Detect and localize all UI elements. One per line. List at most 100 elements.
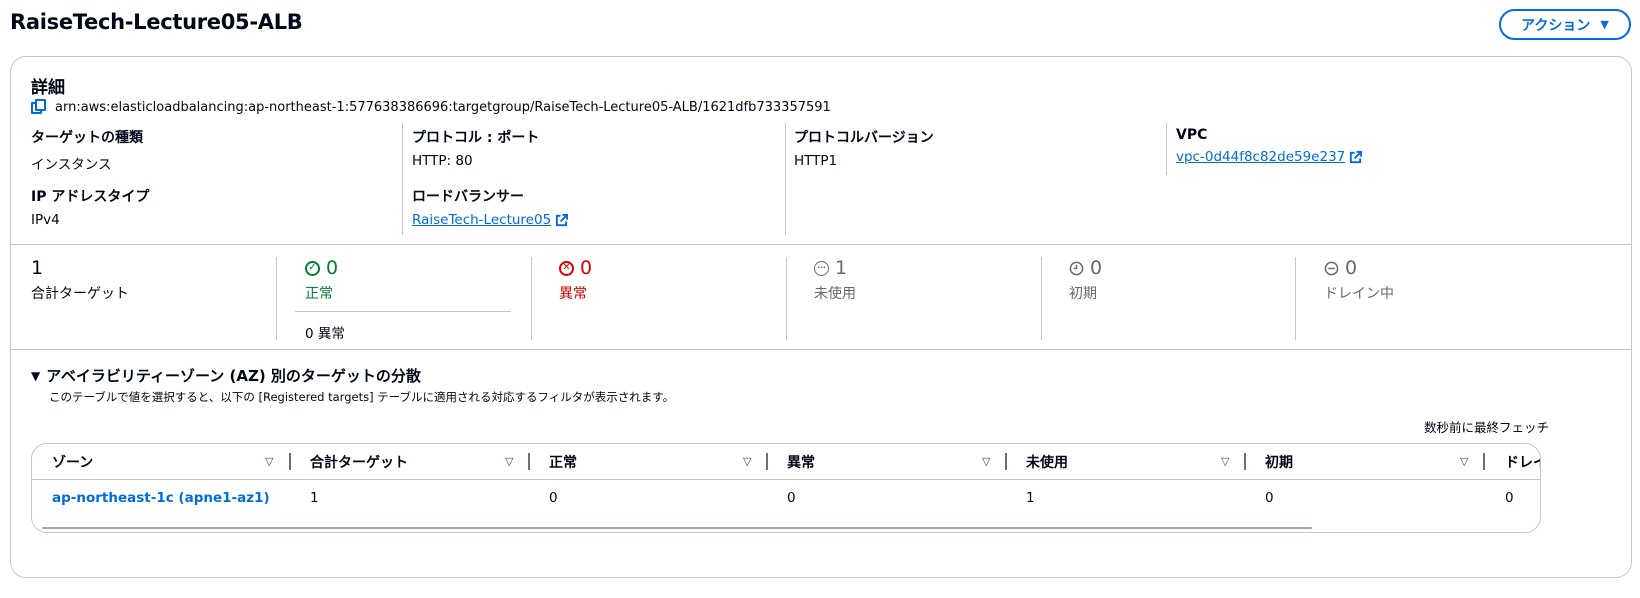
arn-row: arn:aws:elasticloadbalancing:ap-northeas…: [31, 99, 831, 115]
column-header-unused[interactable]: 未使用: [1026, 444, 1068, 480]
table-cell-healthy[interactable]: 0: [549, 490, 558, 506]
sort-icon[interactable]: ▽: [505, 455, 513, 468]
actions-button[interactable]: アクション ▼: [1499, 9, 1631, 40]
stat-initial-label: 初期: [1069, 286, 1097, 302]
stat-healthy-sub: 0 異常: [305, 326, 345, 342]
stat-divider: [786, 257, 787, 340]
sort-icon[interactable]: ▽: [1221, 455, 1229, 468]
caret-down-icon: ▼: [31, 368, 41, 383]
stat-draining-label: ドレイン中: [1324, 286, 1394, 302]
section-divider: [11, 349, 1631, 350]
horizontal-scrollbar[interactable]: [42, 527, 1312, 529]
load-balancer-link[interactable]: RaiseTech-Lecture05: [412, 212, 569, 228]
az-section-toggle[interactable]: ▼ アベイラビリティーゾーン (AZ) 別のターゲットの分散: [31, 365, 421, 386]
stat-divider: [1295, 257, 1296, 340]
load-balancer-label: ロードバランサー: [412, 189, 524, 205]
az-section-title: アベイラビリティーゾーン (AZ) 別のターゲットの分散: [46, 367, 421, 385]
ip-type-field: IP アドレスタイプ IPv4: [31, 186, 149, 228]
last-fetched-text: 数秒前に最終フェッチ: [1423, 420, 1549, 435]
column-header-initial[interactable]: 初期: [1265, 444, 1293, 480]
vpc-field: VPC vpc-0d44f8c82de59e237: [1176, 127, 1363, 165]
stat-draining-value: 0: [1345, 257, 1358, 279]
vpc-value: vpc-0d44f8c82de59e237: [1176, 149, 1346, 165]
copy-icon[interactable]: [31, 99, 47, 115]
sort-icon[interactable]: ▽: [982, 455, 990, 468]
column-resizer[interactable]: [1483, 453, 1485, 470]
load-balancer-field: ロードバランサー RaiseTech-Lecture05: [412, 186, 569, 228]
vpc-label: VPC: [1176, 127, 1208, 143]
ip-type-value: IPv4: [31, 212, 60, 228]
column-header-healthy[interactable]: 正常: [549, 444, 577, 480]
stat-sub-divider: [295, 311, 511, 312]
protocol-version-value: HTTP1: [794, 153, 838, 169]
stat-unhealthy-value: 0: [580, 257, 593, 279]
arn-value: arn:aws:elasticloadbalancing:ap-northeas…: [55, 99, 831, 115]
section-divider: [11, 244, 1631, 245]
stat-unused: ⋯ 1 未使用: [814, 257, 856, 303]
stat-healthy-label: 正常: [305, 286, 333, 302]
table-cell-unused[interactable]: 1: [1026, 490, 1035, 506]
stat-initial-value: 0: [1090, 257, 1103, 279]
column-resizer[interactable]: [1244, 453, 1246, 470]
stat-unhealthy: ✕ 0 異常: [559, 257, 592, 303]
table-cell-total[interactable]: 1: [310, 490, 319, 506]
load-balancer-value: RaiseTech-Lecture05: [412, 212, 552, 228]
actions-button-label: アクション: [1521, 17, 1591, 34]
column-divider: [1166, 123, 1167, 175]
az-section-description: このテーブルで値を選択すると、以下の [Registered targets] …: [49, 390, 675, 404]
stat-unhealthy-label: 異常: [559, 286, 587, 302]
ip-type-label: IP アドレスタイプ: [31, 189, 150, 205]
stat-initial: 0 初期: [1069, 257, 1102, 303]
protocol-port-field: プロトコル : ポート HTTP: 80: [412, 127, 539, 169]
target-type-label: ターゲットの種類: [31, 130, 143, 146]
table-cell-draining[interactable]: 0: [1505, 490, 1514, 506]
caret-down-icon: ▼: [1600, 18, 1609, 31]
status-positive-icon: ✓: [305, 260, 320, 276]
stat-total-label: 合計ターゲット: [31, 286, 129, 302]
status-draining-icon: [1324, 261, 1339, 275]
status-pending-icon: [1069, 261, 1084, 275]
stat-healthy: ✓ 0 正常: [305, 257, 338, 303]
column-divider: [785, 123, 786, 235]
table-cell-initial[interactable]: 0: [1265, 490, 1274, 506]
external-link-icon: [1350, 150, 1363, 163]
stat-total: 1 合計ターゲット: [31, 257, 129, 303]
protocol-version-label: プロトコルバージョン: [794, 130, 934, 146]
stat-total-value: 1: [31, 257, 44, 279]
target-type-value: インスタンス: [31, 157, 112, 173]
column-divider: [402, 123, 403, 235]
stat-draining: 0 ドレイン中: [1324, 257, 1394, 303]
stat-unused-value: 1: [835, 257, 848, 279]
vpc-link[interactable]: vpc-0d44f8c82de59e237: [1176, 149, 1363, 165]
target-summary: 1 合計ターゲット ✓ 0 正常 0 異常 ✕ 0 異常 ⋯ 1 未使用 0 初…: [11, 257, 1631, 347]
sort-icon[interactable]: ▽: [265, 455, 273, 468]
stat-unused-label: 未使用: [814, 286, 856, 302]
page-header: RaiseTech-Lecture05-ALB アクション ▼: [10, 0, 1631, 46]
column-header-draining[interactable]: ドレイ: [1505, 444, 1540, 480]
column-header-total[interactable]: 合計ターゲット: [310, 444, 408, 480]
stat-divider: [1041, 257, 1042, 340]
column-header-zone[interactable]: ゾーン: [52, 444, 93, 480]
external-link-icon: [556, 213, 569, 226]
table-cell-unhealthy[interactable]: 0: [787, 490, 796, 506]
stat-healthy-value: 0: [326, 257, 339, 279]
table-cell-zone[interactable]: ap-northeast-1c (apne1-az1): [52, 490, 270, 506]
column-resizer[interactable]: [289, 453, 291, 470]
column-resizer[interactable]: [766, 453, 768, 470]
protocol-version-field: プロトコルバージョン HTTP1: [794, 127, 934, 169]
column-resizer[interactable]: [1005, 453, 1007, 470]
details-title: 詳細: [31, 78, 65, 98]
status-stopped-icon: ⋯: [814, 260, 829, 276]
sort-icon[interactable]: ▽: [743, 455, 751, 468]
sort-icon[interactable]: ▽: [1460, 455, 1468, 468]
page-title: RaiseTech-Lecture05-ALB: [10, 10, 303, 34]
stat-divider: [531, 257, 532, 340]
column-header-unhealthy[interactable]: 異常: [787, 444, 815, 480]
column-resizer[interactable]: [528, 453, 530, 470]
table-header-divider: [32, 479, 1540, 480]
target-type-field: ターゲットの種類 インスタンス: [31, 127, 143, 173]
stat-divider: [276, 257, 277, 340]
protocol-port-value: HTTP: 80: [412, 153, 473, 169]
protocol-port-label: プロトコル : ポート: [412, 130, 540, 146]
az-table: ゾーン ▽ 合計ターゲット ▽ 正常 ▽ 異常 ▽ 未使用 ▽ 初期 ▽ ドレイ…: [31, 443, 1541, 533]
